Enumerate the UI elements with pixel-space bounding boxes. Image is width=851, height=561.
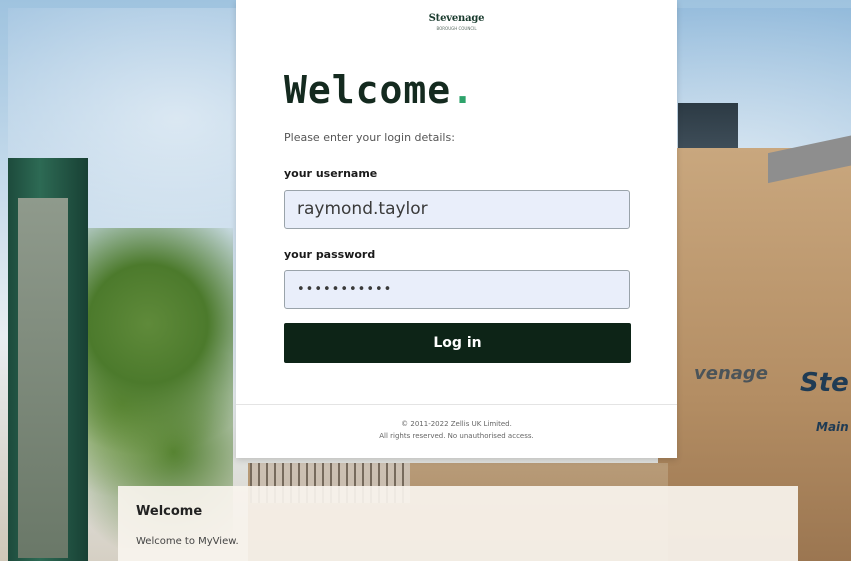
welcome-heading-text: Welcome (284, 68, 452, 112)
login-card: Stevenage BOROUGH COUNCIL Welcome. Pleas… (236, 0, 677, 458)
building-sign-sub: Main (816, 420, 849, 434)
copyright-line-2: All rights reserved. No unauthorised acc… (379, 432, 534, 440)
welcome-panel-text: Welcome to MyView. (136, 536, 239, 547)
welcome-panel: Welcome Welcome to MyView. (118, 486, 798, 561)
page: venage Ste Main Stevenage BOROUGH COUNCI… (0, 0, 851, 561)
username-input[interactable]: raymond.taylor (284, 190, 630, 229)
copyright-notice: © 2011-2022 Zellis UK Limited. All right… (236, 418, 677, 442)
login-button[interactable]: Log in (284, 323, 631, 363)
brand-logo: Stevenage BOROUGH COUNCIL (236, 6, 677, 31)
logo-subtext: BOROUGH COUNCIL (436, 26, 477, 31)
logo-text: Stevenage (428, 13, 485, 24)
bus-shelter-glass (18, 198, 68, 558)
password-label: your password (284, 248, 376, 261)
welcome-panel-title: Welcome (136, 504, 203, 519)
building-sign: Ste (800, 368, 849, 398)
card-divider (236, 404, 677, 405)
username-label: your username (284, 167, 378, 180)
password-input[interactable]: ••••••••••• (284, 270, 630, 309)
login-instructions: Please enter your login details: (284, 131, 455, 144)
welcome-heading: Welcome. (284, 68, 475, 112)
building-sign-partial: venage (694, 363, 768, 384)
copyright-line-1: © 2011-2022 Zellis UK Limited. (401, 420, 512, 428)
welcome-heading-dot: . (451, 68, 476, 112)
